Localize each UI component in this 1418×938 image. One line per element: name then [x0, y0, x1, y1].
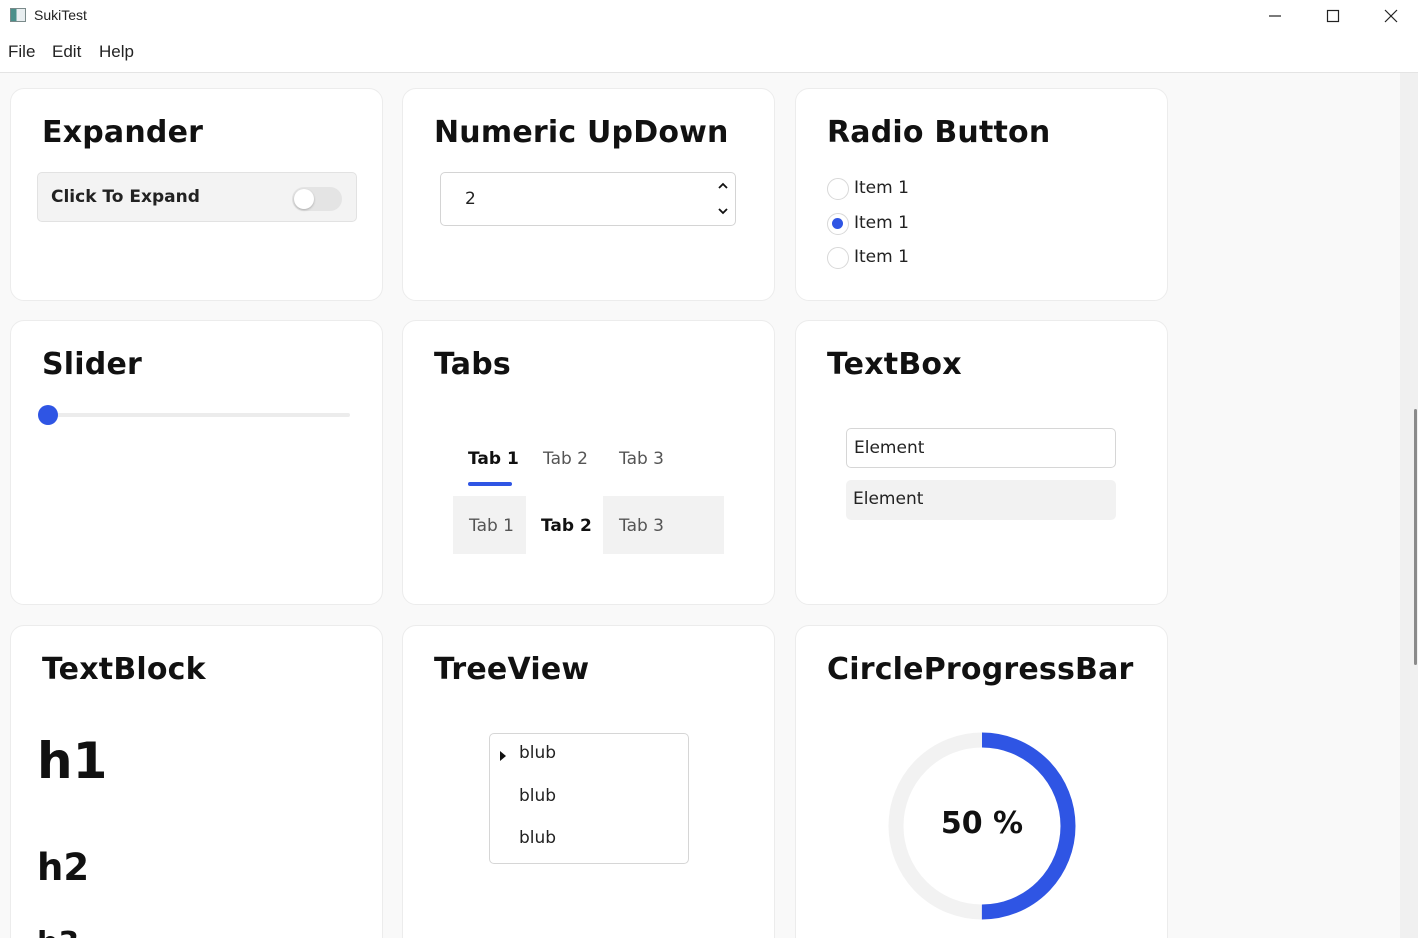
radio-label: Item 1: [854, 213, 909, 233]
menu-help[interactable]: Help: [99, 42, 134, 62]
textbox-value: Element: [854, 438, 925, 458]
circle-progress-bar: 50 %: [887, 731, 1077, 921]
radio-circle: [827, 247, 849, 269]
tree-item[interactable]: blub: [519, 786, 556, 806]
slider-track[interactable]: [48, 413, 350, 417]
card-circle-progress: CircleProgressBar 50 %: [795, 625, 1168, 938]
card-tabs: Tabs Tab 1 Tab 2 Tab 3 Tab 1 Tab 2 Tab 3: [402, 320, 775, 605]
tree-item[interactable]: blub: [519, 828, 556, 848]
slider-thumb[interactable]: [38, 405, 58, 425]
tree-view[interactable]: blub blub blub: [489, 733, 689, 864]
segment-label: Tab 1: [469, 516, 514, 536]
maximize-icon: [1326, 9, 1340, 23]
expander-toggle[interactable]: [292, 187, 342, 211]
heading-h1: h1: [37, 732, 108, 790]
minimize-button[interactable]: [1246, 0, 1304, 32]
title-bar: SukiTest: [0, 0, 1418, 32]
card-title: Slider: [42, 347, 142, 382]
content-area: Expander Click To Expand Numeric UpDown …: [0, 73, 1400, 938]
card-title: Numeric UpDown: [434, 115, 729, 150]
card-textbox: TextBox Element Element: [795, 320, 1168, 605]
card-numeric-updown: Numeric UpDown 2: [402, 88, 775, 301]
card-treeview: TreeView blub blub blub: [402, 625, 775, 938]
close-icon: [1384, 9, 1398, 23]
chevron-down-icon[interactable]: [717, 205, 729, 217]
radio-circle: [827, 178, 849, 200]
card-expander: Expander Click To Expand: [10, 88, 383, 301]
segment-tab-2[interactable]: Tab 2: [526, 496, 603, 554]
heading-h2: h2: [37, 846, 90, 889]
expander[interactable]: Click To Expand: [37, 172, 357, 222]
numeric-updown[interactable]: 2: [440, 172, 736, 226]
card-title: Expander: [42, 115, 204, 150]
radio-label: Item 1: [854, 178, 909, 198]
card-slider: Slider: [10, 320, 383, 605]
app-icon: [10, 8, 26, 22]
close-button[interactable]: [1362, 0, 1418, 32]
card-title: Radio Button: [827, 115, 1051, 150]
progress-label: 50 %: [940, 806, 1024, 841]
segment-label: Tab 3: [619, 516, 664, 536]
textbox-value: Element: [853, 489, 924, 509]
card-title: TextBox: [827, 347, 962, 382]
tab-2[interactable]: Tab 2: [543, 449, 588, 469]
textbox-filled[interactable]: Element: [846, 480, 1116, 520]
segment-label: Tab 2: [541, 516, 592, 536]
card-textblock: TextBlock h1 h2 h3: [10, 625, 383, 938]
card-radio-button: Radio Button Item 1 Item 1 Item 1: [795, 88, 1168, 301]
card-title: TextBlock: [42, 652, 206, 687]
numeric-value: 2: [465, 189, 476, 209]
vertical-scrollbar[interactable]: [1400, 73, 1418, 938]
segment-tab-1[interactable]: Tab 1: [453, 496, 526, 554]
heading-h3: h3: [37, 926, 79, 938]
maximize-button[interactable]: [1304, 0, 1362, 32]
tab-3[interactable]: Tab 3: [619, 449, 664, 469]
menu-bar: File Edit Help: [0, 32, 1418, 73]
card-title: Tabs: [434, 347, 511, 382]
window-title: SukiTest: [34, 7, 87, 23]
tab-1[interactable]: Tab 1: [468, 449, 519, 469]
menu-edit[interactable]: Edit: [52, 42, 81, 62]
tab-active-indicator: [468, 482, 512, 486]
toggle-knob: [294, 189, 314, 209]
menu-file[interactable]: File: [8, 42, 35, 62]
card-title: CircleProgressBar: [827, 652, 1134, 687]
card-title: TreeView: [434, 652, 590, 687]
chevron-up-icon[interactable]: [717, 180, 729, 192]
tree-item[interactable]: blub: [519, 743, 556, 763]
scrollbar-thumb[interactable]: [1414, 409, 1417, 665]
textbox-outlined[interactable]: Element: [846, 428, 1116, 468]
radio-label: Item 1: [854, 247, 909, 267]
minimize-icon: [1269, 15, 1281, 17]
segment-tab-3[interactable]: Tab 3: [603, 496, 724, 554]
radio-circle-checked: [827, 213, 849, 235]
expander-label: Click To Expand: [51, 187, 200, 207]
caret-right-icon[interactable]: [500, 751, 506, 761]
